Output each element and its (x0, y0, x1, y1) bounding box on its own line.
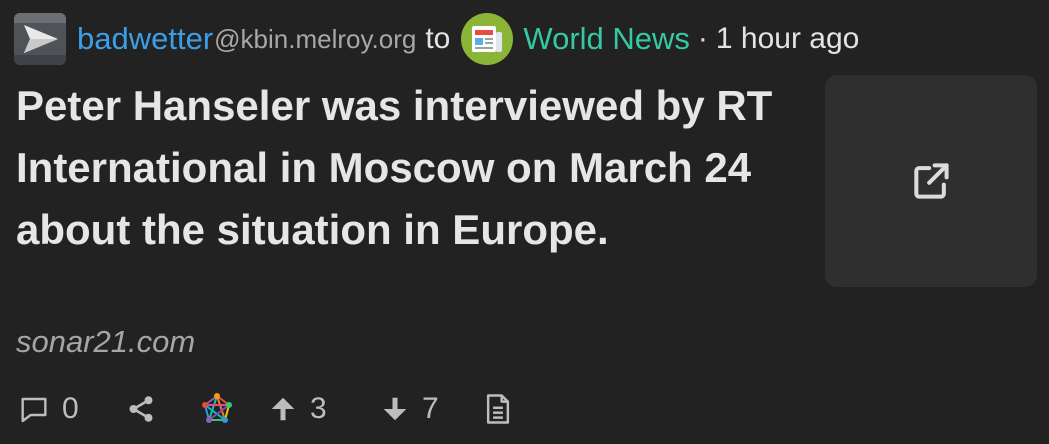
post-title[interactable]: Peter Hanseler was interviewed by RT Int… (16, 75, 806, 261)
post-actions: 0 3 7 (0, 384, 1049, 434)
upvote-button[interactable]: 3 (268, 384, 327, 434)
downvote-count: 7 (422, 392, 439, 425)
post-card: badwetter @kbin.melroy.org to World News… (0, 0, 1049, 444)
upvote-arrow-icon (271, 397, 295, 421)
fediverse-icon (202, 393, 232, 423)
magazine-link[interactable]: World News (523, 21, 690, 57)
document-icon (486, 394, 510, 424)
fediverse-button[interactable] (200, 384, 234, 434)
play-arrow-avatar-icon (14, 13, 66, 65)
downvote-button[interactable]: 7 (380, 384, 439, 434)
comments-count: 0 (62, 392, 79, 425)
user-instance: @kbin.melroy.org (214, 23, 417, 54)
username-link[interactable]: badwetter (77, 21, 213, 57)
comment-icon (21, 397, 47, 423)
post-header: badwetter @kbin.melroy.org to World News… (14, 13, 859, 65)
newspaper-icon (472, 26, 503, 52)
post-timestamp[interactable]: 1 hour ago (716, 22, 859, 56)
comments-button[interactable]: 0 (18, 384, 79, 434)
more-button[interactable] (484, 384, 512, 434)
share-icon (129, 396, 153, 422)
user-avatar[interactable] (14, 13, 66, 65)
share-button[interactable] (126, 384, 156, 434)
upvote-count: 3 (310, 392, 327, 425)
downvote-arrow-icon (383, 397, 407, 421)
header-separator: · (697, 22, 708, 55)
to-label: to (425, 22, 451, 55)
post-domain[interactable]: sonar21.com (16, 324, 195, 360)
magazine-avatar[interactable] (461, 13, 514, 65)
external-link-icon (914, 163, 949, 199)
external-link-thumbnail[interactable] (825, 75, 1037, 287)
